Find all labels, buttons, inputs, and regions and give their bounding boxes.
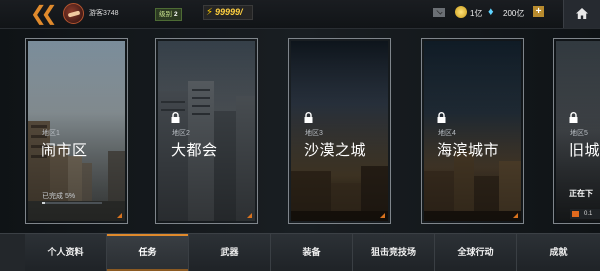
progress-fill	[42, 202, 45, 204]
bottom-tab-bar: 个人资料 任务 武器 装备 狙击竞技场 全球行动 成就	[0, 233, 600, 271]
tab-global-ops[interactable]: 全球行动	[435, 234, 517, 271]
corner-marker	[380, 213, 385, 218]
status-text: 正在下	[569, 189, 593, 198]
region-card-scene: 地区5 旧城 正在下 0.1	[556, 41, 600, 221]
corner-marker	[117, 213, 122, 218]
home-icon	[576, 8, 588, 19]
lock-icon	[569, 112, 578, 123]
mission-value: 0.1	[584, 211, 593, 217]
coin-icon	[455, 6, 467, 18]
region-card-scene: 地区3 沙漠之城	[291, 41, 388, 221]
tab-label: 装备	[302, 247, 321, 257]
add-currency-button[interactable]: +	[533, 6, 544, 17]
mission-bar: 0.1	[570, 209, 600, 219]
region-number: 地区4	[438, 130, 456, 137]
mission-marker-icon	[572, 211, 579, 217]
gem-value: 200亿	[503, 9, 525, 18]
plus-icon: +	[535, 6, 542, 17]
avatar[interactable]	[63, 3, 84, 24]
tab-profile[interactable]: 个人资料	[25, 234, 107, 271]
top-bar: ❮❮ 游客3748 级别 2 ⚡ 99999/ 1亿 ♦ 200亿 +	[0, 0, 600, 29]
tab-label: 全球行动	[457, 247, 494, 257]
bolt-icon: ⚡	[206, 7, 214, 18]
region-card-2[interactable]: 地区2 大都会	[155, 38, 258, 224]
lock-icon	[304, 112, 313, 123]
region-card-scene: 地区2 大都会	[158, 41, 255, 221]
home-button[interactable]	[563, 0, 600, 28]
region-number: 地区2	[172, 130, 190, 137]
lock-icon	[437, 112, 446, 123]
region-card-scene: 地区1 闹市区 已完成 5%	[28, 41, 125, 221]
tab-label: 任务	[138, 247, 157, 257]
tab-label: 成就	[549, 247, 568, 257]
tab-sniper-arena[interactable]: 狙击竞技场	[353, 234, 435, 271]
tab-missions[interactable]: 任务	[107, 234, 189, 271]
region-card-5[interactable]: 地区5 旧城 正在下 0.1	[553, 38, 600, 224]
energy-value: 99999/	[215, 7, 243, 17]
back-button[interactable]: ❮❮	[30, 3, 57, 25]
region-name: 大都会	[171, 142, 218, 159]
mail-icon[interactable]	[433, 8, 445, 17]
region-name: 旧城	[569, 142, 600, 159]
level-label: 级别	[159, 11, 172, 18]
region-number: 地区1	[42, 130, 60, 137]
region-number: 地区3	[305, 130, 323, 137]
region-name: 沙漠之城	[304, 142, 367, 159]
region-name: 海滨城市	[437, 142, 500, 159]
progress-bar	[42, 202, 102, 204]
tab-equipment[interactable]: 装备	[271, 234, 353, 271]
region-name: 闹市区	[41, 142, 88, 159]
tab-label: 武器	[220, 247, 239, 257]
diamond-icon: ♦	[488, 6, 494, 18]
corner-marker	[513, 213, 518, 218]
region-card-scene: 地区4 海滨城市	[424, 41, 521, 221]
corner-marker	[247, 213, 252, 218]
tab-achievements[interactable]: 成就	[517, 234, 600, 271]
tab-weapons[interactable]: 武器	[189, 234, 271, 271]
level-value: 2	[174, 11, 178, 18]
region-selector: 地区1 闹市区 已完成 5% 地区2 大都会 地区3 沙漠之城 地区4 海滨城市…	[0, 29, 600, 233]
tab-label: 个人资料	[47, 247, 84, 257]
back-chevrons-icon: ❮❮	[30, 3, 57, 25]
lock-icon	[171, 112, 180, 123]
region-card-4[interactable]: 地区4 海滨城市	[421, 38, 524, 224]
energy-counter[interactable]: ⚡ 99999/	[203, 5, 253, 20]
region-card-3[interactable]: 地区3 沙漠之城	[288, 38, 391, 224]
region-card-1[interactable]: 地区1 闹市区 已完成 5%	[25, 38, 128, 224]
level-badge: 级别 2	[155, 8, 182, 21]
region-number: 地区5	[570, 130, 588, 137]
player-name: 游客3748	[89, 10, 119, 17]
coin-value: 1亿	[470, 9, 483, 18]
progress-text: 已完成 5%	[42, 193, 76, 200]
tab-label: 狙击竞技场	[370, 247, 416, 257]
